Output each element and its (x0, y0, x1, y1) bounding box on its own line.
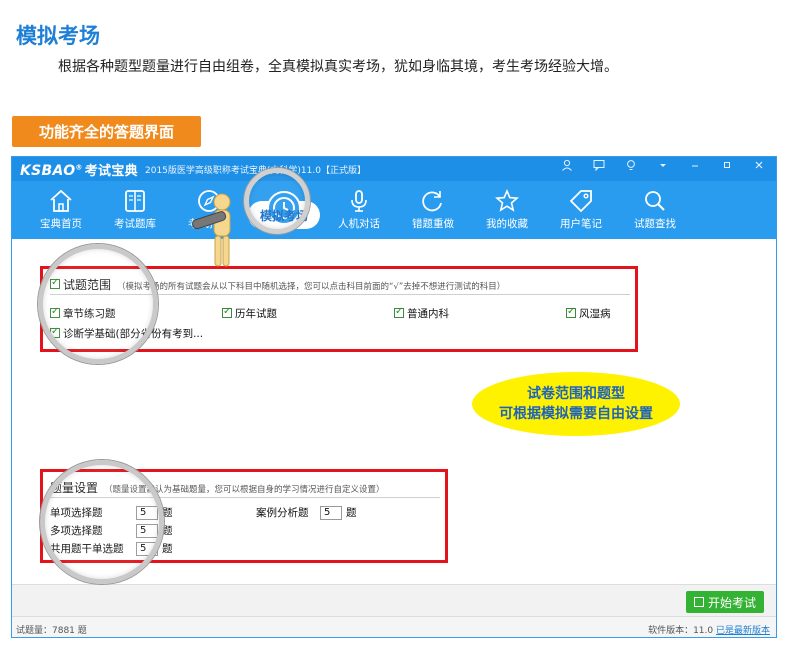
user-icon[interactable] (560, 159, 574, 174)
nav-favorites[interactable]: 我的收藏 (470, 181, 544, 239)
nav-notes-label: 用户笔记 (560, 218, 602, 230)
scope-item-rheumatism[interactable]: 风湿病 (566, 306, 611, 321)
star-icon (494, 187, 520, 215)
nav-question-bank[interactable]: 考试题库 (98, 181, 172, 239)
nav-question-bank-label: 考试题库 (114, 218, 156, 230)
tag-icon (568, 187, 594, 215)
callout-line-1: 试卷范围和题型 (527, 386, 625, 402)
play-icon (693, 597, 704, 607)
chat-icon[interactable] (592, 159, 606, 174)
titlebar: KSBAO® 考试宝典 2015版医学高级职称考试宝典(内科学)11.0【正式版】 (12, 157, 776, 181)
magnifier-quantity (40, 460, 164, 584)
nav-redo-errors-label: 错题重做 (412, 218, 454, 230)
quantity-case-analysis: 案例分析题 5 题 (256, 505, 357, 520)
nav-dialogue-label: 人机对话 (338, 218, 380, 230)
case-analysis-input[interactable]: 5 (320, 505, 342, 520)
magnifier-scope (38, 244, 158, 364)
minimize-icon[interactable] (688, 159, 702, 174)
nav-redo-errors[interactable]: 错题重做 (396, 181, 470, 239)
nav-search-label: 试题查找 (634, 218, 676, 230)
nav-dialogue[interactable]: 人机对话 (322, 181, 396, 239)
version-info: 软件版本：11.0 已是最新版本 (648, 626, 770, 636)
checkbox[interactable] (394, 306, 404, 318)
action-bar: 开始考试 (12, 584, 776, 616)
bulb-icon[interactable] (624, 159, 638, 174)
scope-note: （模拟考场的所有试题会从以下科目中随机选择，您可以点击科目前面的“√”去掉不想进… (117, 282, 506, 292)
question-count: 试题量：7881 题 (16, 626, 87, 636)
nav-favorites-label: 我的收藏 (486, 218, 528, 230)
feature-tag: 功能齐全的答题界面 (12, 116, 201, 147)
update-link[interactable]: 已是最新版本 (716, 626, 770, 636)
page-title: 模拟考场 (16, 24, 100, 48)
nav-home-label: 宝典首页 (40, 218, 82, 230)
callout-bubble: 试卷范围和题型 可根据模拟需要自由设置 (472, 372, 680, 436)
dropdown-icon[interactable] (656, 159, 670, 174)
callout-line-2: 可根据模拟需要自由设置 (499, 406, 653, 422)
nav-notes[interactable]: 用户笔记 (544, 181, 618, 239)
refresh-icon (420, 187, 446, 215)
checkbox[interactable] (222, 306, 232, 318)
start-exam-button[interactable]: 开始考试 (686, 591, 764, 613)
nav-search[interactable]: 试题查找 (618, 181, 692, 239)
app-subtitle: 2015版医学高级职称考试宝典(内科学)11.0【正式版】 (145, 166, 366, 176)
home-icon (48, 187, 74, 215)
app-logo: KSBAO® 考试宝典 (20, 163, 138, 179)
nav-home[interactable]: 宝典首页 (24, 181, 98, 239)
window-controls (560, 159, 766, 174)
search-icon (642, 187, 668, 215)
book-icon (122, 187, 148, 215)
magnifier-nav (244, 168, 310, 234)
scope-item-past-exams[interactable]: 历年试题 (222, 306, 277, 321)
main-nav: 宝典首页 考试题库 考试指南 模拟考场 人机对话 (12, 181, 776, 239)
page-description: 根据各种题型题量进行自由组卷，全真模拟真实考场，犹如身临其境，考生考场经验大增。 (58, 59, 618, 75)
mascot-figure (192, 193, 231, 267)
close-icon[interactable] (752, 159, 766, 174)
microphone-icon (346, 187, 372, 215)
status-bar: 试题量：7881 题 软件版本：11.0 已是最新版本 (12, 616, 776, 637)
maximize-icon[interactable] (720, 159, 734, 174)
scope-item-general-medicine[interactable]: 普通内科 (394, 306, 449, 321)
checkbox[interactable] (566, 306, 576, 318)
